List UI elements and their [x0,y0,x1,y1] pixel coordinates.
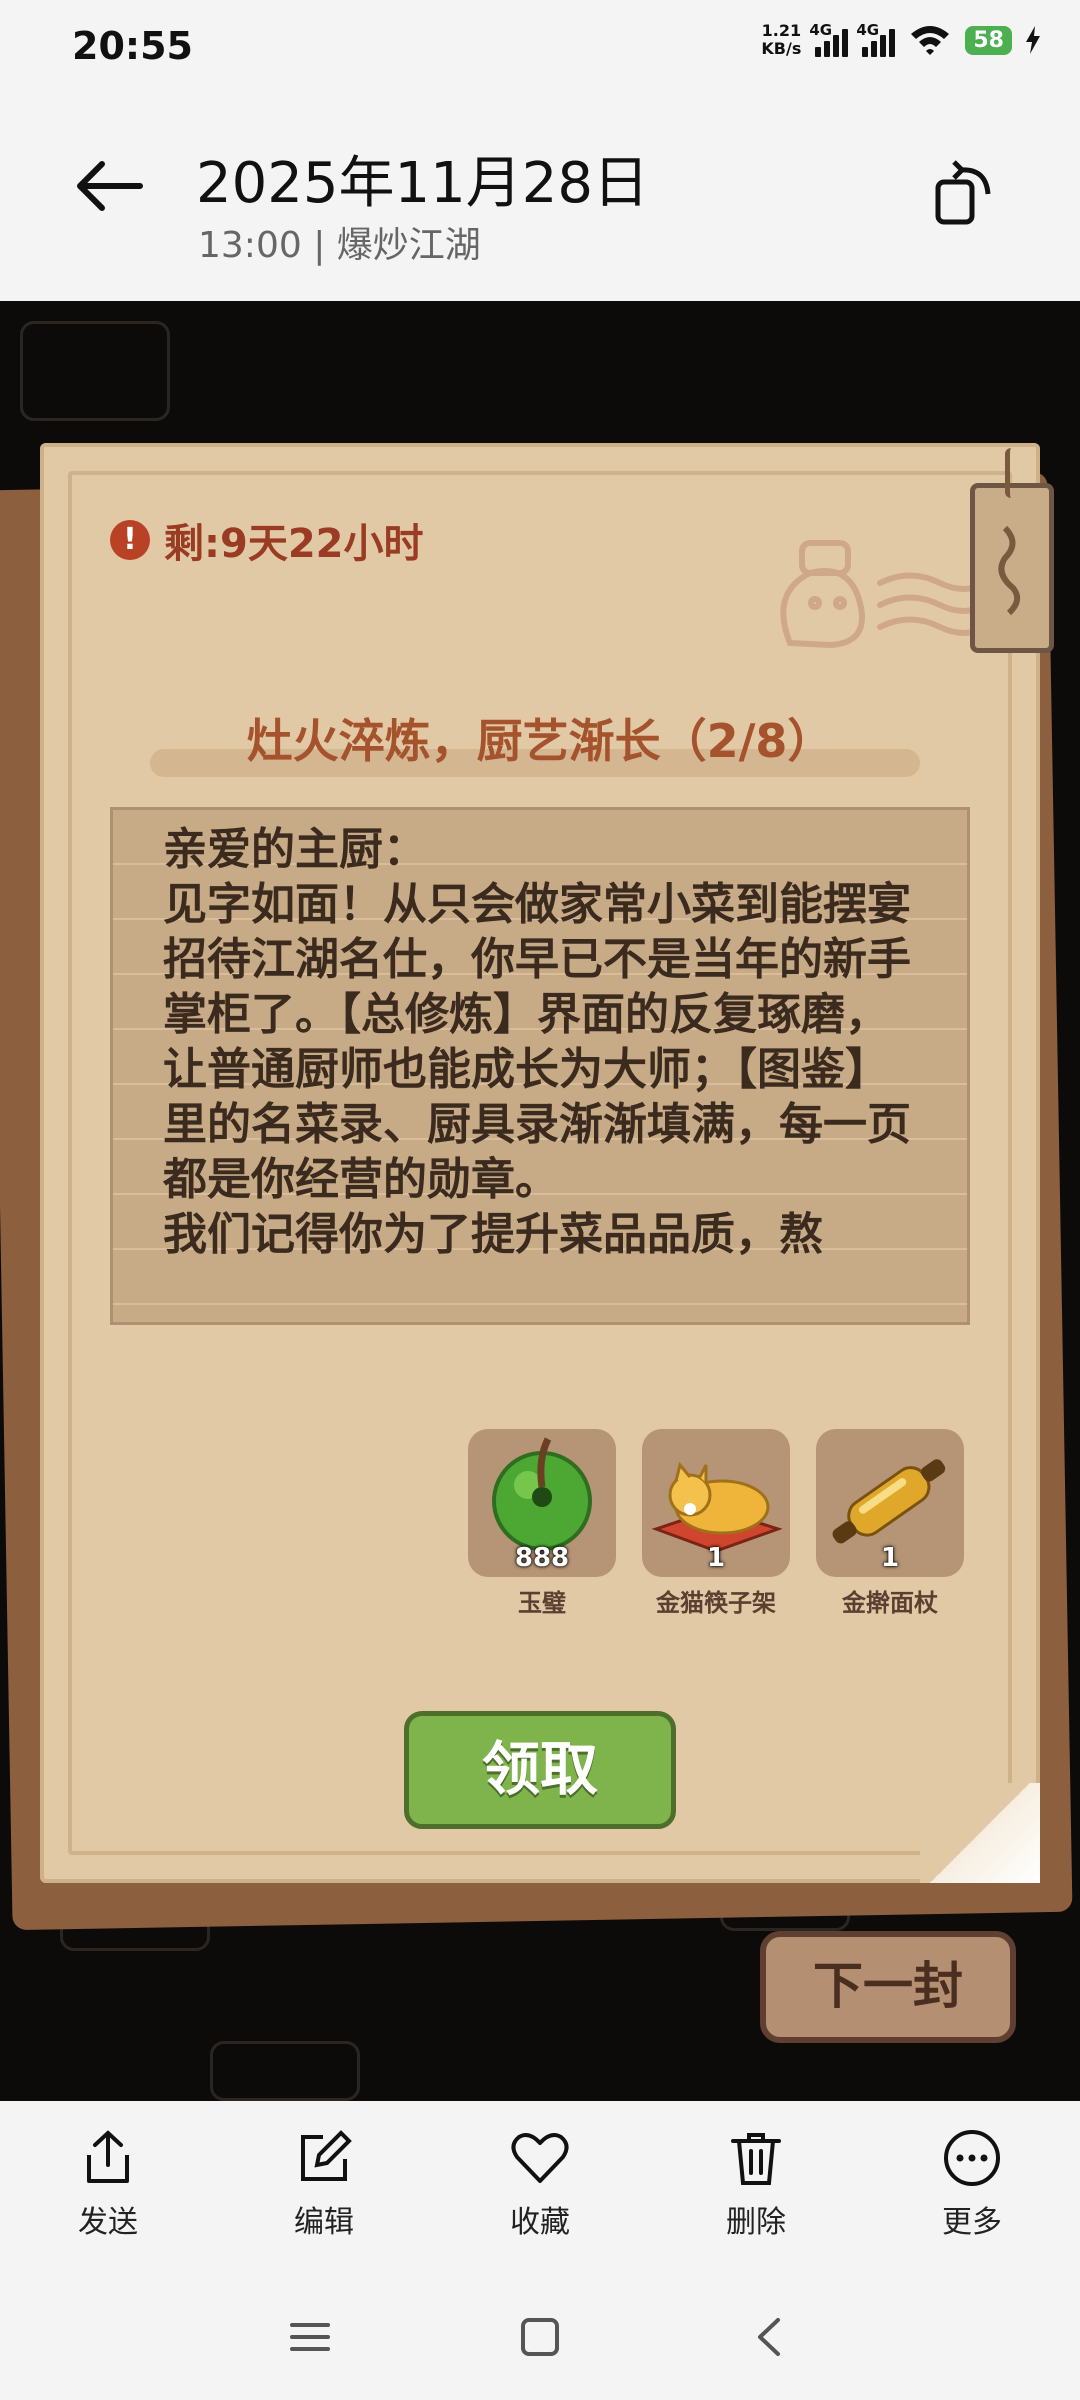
background-decoration [210,2041,360,2101]
back-nav-icon[interactable] [750,2317,790,2357]
reward-name: 金猫筷子架 [656,1589,776,1617]
reward-item[interactable]: 1 金擀面杖 [816,1429,964,1618]
letter-paper: ! 剩:9天22小时 灶火淬炼，厨艺渐长（2/8） 亲爱的主厨： 见字如面！从只… [40,443,1054,1883]
chef-stamp-icon [780,540,988,649]
reward-list: 888 玉璧 1 金猫筷子架 1 金擀面杖 [468,1429,964,1618]
reward-item[interactable]: 888 玉璧 [468,1429,616,1618]
mail-body[interactable]: 亲爱的主厨： 见字如面！从只会做家常小菜到能摆宴招待江湖名仕，你早已不是当年的新… [110,807,970,1325]
page-title: 2025年11月28日 [196,151,650,216]
reward-item[interactable]: 1 金猫筷子架 [642,1429,790,1618]
reward-qty: 1 [880,1543,900,1573]
rotate-icon[interactable] [930,158,1000,228]
tag-ornament-icon [998,525,1021,616]
hanging-tag [970,448,1054,653]
page-subtitle: 13:00 | 爆炒江湖 [198,225,481,266]
timer-text: 剩:9天22小时 [164,521,424,567]
bottom-toolbar: 发送 编辑 收藏 删除 更多 [0,2101,1080,2261]
background-decoration [20,321,170,421]
system-nav-bar [0,2261,1080,2400]
reward-qty: 888 [514,1543,570,1573]
back-arrow-icon[interactable] [70,156,150,216]
menu-icon[interactable] [290,2317,330,2357]
more-button[interactable]: 更多 [864,2101,1080,2261]
favorite-button[interactable]: 收藏 [432,2101,648,2261]
mail-title: 灶火淬炼，厨艺渐长（2/8） [246,714,834,768]
paper-fold-corner [920,1783,1040,1883]
edit-icon [301,2130,352,2181]
share-icon [87,2130,129,2183]
trash-icon [731,2133,781,2185]
status-icons: 1.21 KB/s 4G 4G 58 [761,21,1040,58]
reward-qty: 1 [706,1543,726,1573]
reward-name: 金擀面杖 [842,1589,938,1617]
claim-button[interactable]: 领取 [404,1711,676,1829]
next-letter-button[interactable]: 下一封 [760,1931,1016,2043]
warning-icon: ! [110,520,150,560]
more-icon [944,2130,1000,2186]
status-time: 20:55 [72,24,193,68]
wifi-icon [911,26,950,55]
battery-indicator: 58 [965,25,1012,55]
signal-icon-2: 4G [856,21,896,57]
status-bar: 20:55 1.21 KB/s 4G 4G 58 [0,0,1080,96]
network-speed: 1.21 KB/s [761,21,802,58]
expiry-timer: ! 剩:9天22小时 [110,511,424,569]
home-icon[interactable] [520,2317,560,2357]
send-button[interactable]: 发送 [0,2101,216,2261]
mail-body-text: 亲爱的主厨： 见字如面！从只会做家常小菜到能摆宴招待江湖名仕，你早已不是当年的新… [163,824,911,1260]
edit-button[interactable]: 编辑 [216,2101,432,2261]
viewer-header: 2025年11月28日 13:00 | 爆炒江湖 [0,96,1080,301]
heart-icon [511,2133,569,2183]
game-screenshot: ! 剩:9天22小时 灶火淬炼，厨艺渐长（2/8） 亲爱的主厨： 见字如面！从只… [0,301,1080,2101]
reward-name: 玉璧 [518,1589,566,1617]
delete-button[interactable]: 删除 [648,2101,864,2261]
charging-icon [1026,26,1040,54]
signal-icon: 4G [809,21,849,57]
